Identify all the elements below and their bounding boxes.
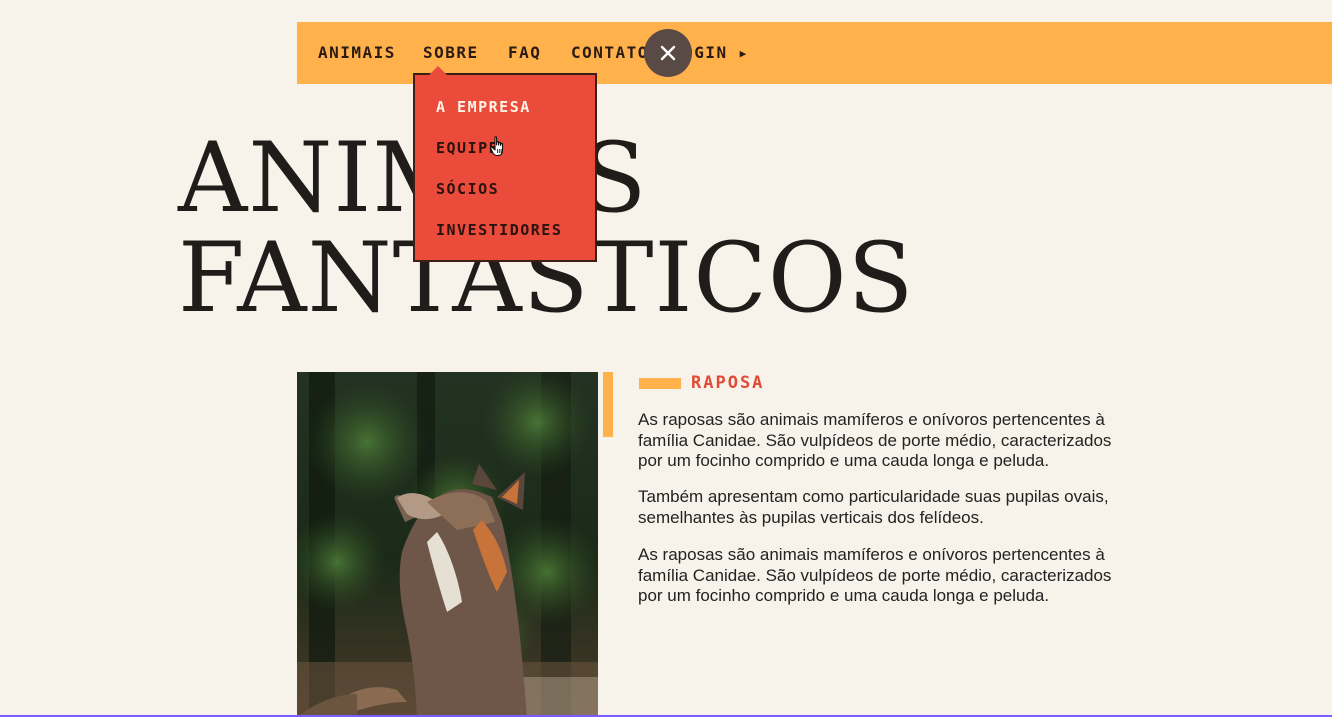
fox-illustration xyxy=(297,372,598,717)
sobre-dropdown-menu: A EMPRESA EQUIPE SÓCIOS INVESTIDORES xyxy=(413,66,597,262)
dropdown-item-investidores[interactable]: INVESTIDORES xyxy=(436,221,562,239)
dropdown-item-socios[interactable]: SÓCIOS xyxy=(436,180,499,198)
article-paragraph: As raposas são animais mamíferos e onívo… xyxy=(638,545,1112,605)
dropdown-caret xyxy=(429,66,447,75)
close-icon xyxy=(660,45,676,61)
fox-photo xyxy=(297,372,598,717)
section-title-dash xyxy=(639,378,681,389)
article-paragraph: As raposas são animais mamíferos e onívo… xyxy=(638,410,1112,470)
close-button[interactable] xyxy=(644,29,692,77)
hand-cursor-icon xyxy=(490,136,504,157)
play-icon: ▶ xyxy=(739,47,748,60)
section-title: RAPOSA xyxy=(691,373,765,393)
article-paragraph: Também apresentam como particularidade s… xyxy=(638,487,1109,527)
dropdown-item-a-empresa[interactable]: A EMPRESA xyxy=(436,98,531,116)
accent-bar xyxy=(603,372,613,437)
nav-item-animais[interactable]: ANIMAIS xyxy=(318,22,396,84)
